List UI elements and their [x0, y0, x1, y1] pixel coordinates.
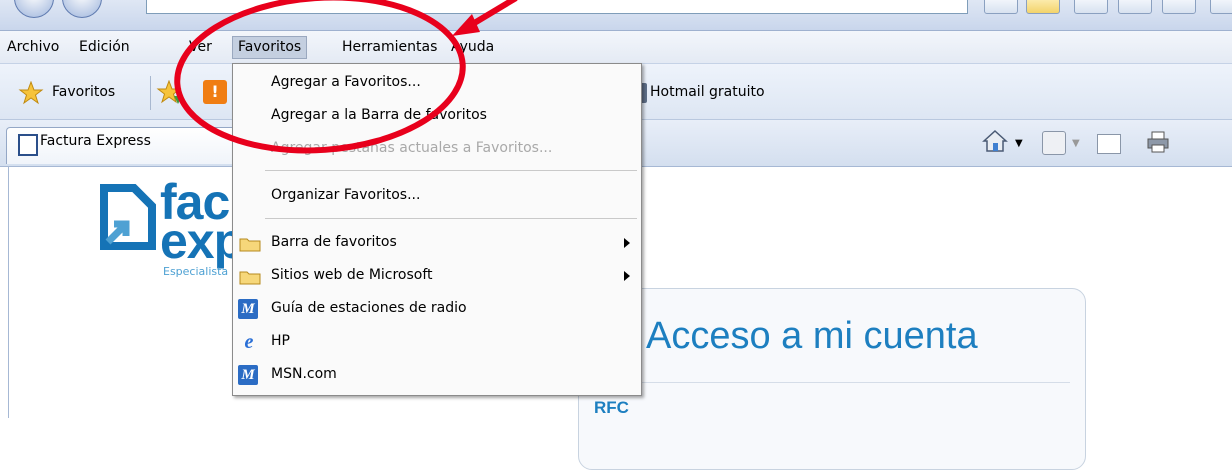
home-dropdown-icon[interactable]: ▼	[1015, 138, 1023, 149]
favorites-dropdown-menu: Agregar a Favoritos... Agregar a la Barr…	[232, 63, 642, 396]
navigation-strip	[0, 0, 1232, 31]
menu-item-folder-favorites-bar[interactable]: Barra de favoritos	[271, 234, 397, 250]
menu-item-msn[interactable]: MSN.com	[271, 366, 337, 382]
stop-button[interactable]	[1074, 0, 1108, 14]
menu-item-add-tabs: Agregar pestañas actuales a Favoritos...	[271, 140, 553, 156]
menu-item-add-favorites[interactable]: Agregar a Favoritos...	[271, 74, 421, 90]
back-button[interactable]	[14, 0, 54, 18]
menu-edicion[interactable]: Edición	[74, 37, 135, 58]
suggested-sites-icon[interactable]: !	[203, 80, 227, 104]
divider	[594, 382, 1070, 383]
msn-icon: M	[238, 299, 258, 319]
menu-herramientas[interactable]: Herramientas	[337, 37, 442, 58]
menu-archivo[interactable]: Archivo	[2, 37, 64, 58]
menu-item-radio-guide[interactable]: Guía de estaciones de radio	[271, 300, 467, 316]
logo-tagline: Especialista	[163, 265, 229, 278]
print-icon[interactable]	[1146, 130, 1170, 154]
forward-button[interactable]	[62, 0, 102, 18]
msn-icon: M	[238, 365, 258, 385]
compat-button[interactable]	[984, 0, 1018, 14]
menu-ayuda[interactable]: Ayuda	[446, 37, 499, 58]
favorites-button[interactable]: Favoritos	[12, 79, 115, 105]
toolbar-divider	[150, 76, 151, 110]
page-icon	[18, 134, 38, 156]
add-to-favorites-bar-icon[interactable]	[156, 80, 184, 106]
folder-icon	[239, 238, 261, 252]
logo-text-line2: exp	[160, 213, 244, 269]
tab-label: Factura Express	[40, 133, 151, 149]
menu-ver[interactable]: Ver	[184, 37, 217, 58]
rss-feed-icon[interactable]	[1042, 131, 1066, 155]
rfc-label: RFC	[594, 398, 629, 417]
menu-favoritos[interactable]: Favoritos	[232, 36, 308, 59]
menu-item-add-to-favorites-bar[interactable]: Agregar a la Barra de favoritos	[271, 107, 487, 123]
ie-icon: e	[244, 331, 254, 353]
search-go-button[interactable]	[1162, 0, 1196, 14]
mail-icon[interactable]	[1097, 134, 1121, 154]
rss-dropdown-icon[interactable]: ▼	[1072, 138, 1080, 149]
menu-item-organize-favorites[interactable]: Organizar Favoritos...	[271, 187, 420, 203]
hotmail-link[interactable]: Hotmail gratuito	[650, 84, 765, 100]
menu-separator	[265, 170, 637, 171]
home-icon[interactable]	[982, 129, 1008, 153]
search-options-button[interactable]	[1210, 0, 1232, 14]
menu-bar: Archivo Edición Ver Favoritos Herramient…	[0, 31, 1232, 64]
factura-express-logo-icon	[100, 184, 156, 250]
address-bar[interactable]	[146, 0, 968, 14]
search-toggle-button[interactable]	[1118, 0, 1152, 14]
folder-icon	[239, 271, 261, 285]
menu-item-folder-microsoft-sites[interactable]: Sitios web de Microsoft	[271, 267, 433, 283]
menu-separator	[265, 218, 637, 219]
login-title: Acceso a mi cuenta	[646, 315, 978, 357]
refresh-button[interactable]	[1026, 0, 1060, 14]
submenu-arrow-icon	[624, 271, 630, 281]
submenu-arrow-icon	[624, 238, 630, 248]
menu-item-hp[interactable]: HP	[271, 333, 290, 349]
